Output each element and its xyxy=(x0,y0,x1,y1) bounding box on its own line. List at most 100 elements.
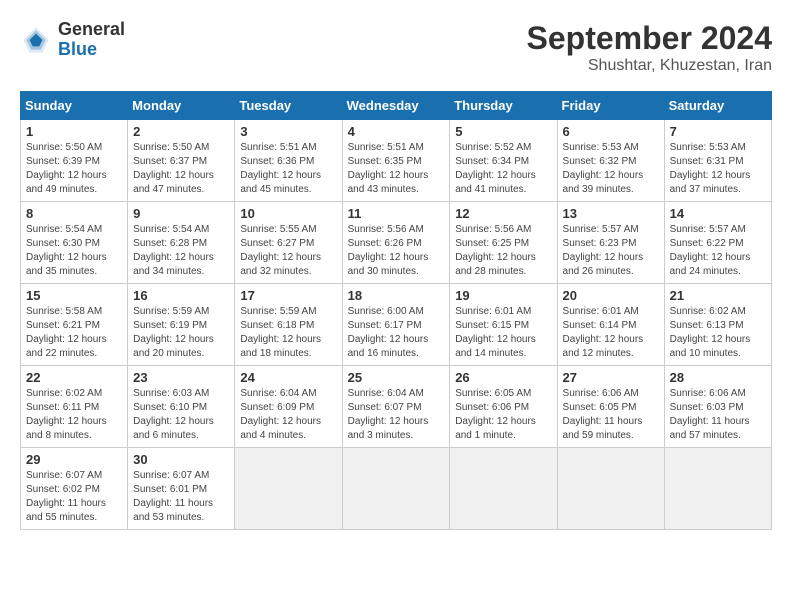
day-info: Sunrise: 5:56 AM Sunset: 6:25 PM Dayligh… xyxy=(455,223,551,279)
day-info: Sunrise: 6:06 AM Sunset: 6:03 PM Dayligh… xyxy=(670,387,766,443)
calendar-cell: 18 Sunrise: 6:00 AM Sunset: 6:17 PM Dayli… xyxy=(342,284,450,366)
day-number: 20 xyxy=(563,288,659,303)
calendar-cell xyxy=(235,448,342,530)
calendar-cell xyxy=(450,448,557,530)
calendar-cell: 21 Sunrise: 6:02 AM Sunset: 6:13 PM Dayli… xyxy=(664,284,771,366)
calendar-row: 29 Sunrise: 6:07 AM Sunset: 6:02 PM Dayli… xyxy=(21,448,772,530)
day-number: 21 xyxy=(670,288,766,303)
day-info: Sunrise: 5:57 AM Sunset: 6:23 PM Dayligh… xyxy=(563,223,659,279)
day-info: Sunrise: 6:06 AM Sunset: 6:05 PM Dayligh… xyxy=(563,387,659,443)
day-info: Sunrise: 6:03 AM Sunset: 6:10 PM Dayligh… xyxy=(133,387,229,443)
location: Shushtar, Khuzestan, Iran xyxy=(527,57,772,75)
calendar-cell: 2 Sunrise: 5:50 AM Sunset: 6:37 PM Daylig… xyxy=(128,120,235,202)
day-info: Sunrise: 5:58 AM Sunset: 6:21 PM Dayligh… xyxy=(26,305,122,361)
day-info: Sunrise: 6:01 AM Sunset: 6:15 PM Dayligh… xyxy=(455,305,551,361)
day-info: Sunrise: 6:04 AM Sunset: 6:09 PM Dayligh… xyxy=(240,387,336,443)
calendar-cell: 24 Sunrise: 6:04 AM Sunset: 6:09 PM Dayli… xyxy=(235,366,342,448)
calendar-cell: 20 Sunrise: 6:01 AM Sunset: 6:14 PM Dayli… xyxy=(557,284,664,366)
day-info: Sunrise: 5:52 AM Sunset: 6:34 PM Dayligh… xyxy=(455,141,551,197)
weekday-header: Saturday xyxy=(664,92,771,120)
day-number: 16 xyxy=(133,288,229,303)
day-info: Sunrise: 5:59 AM Sunset: 6:19 PM Dayligh… xyxy=(133,305,229,361)
day-info: Sunrise: 6:01 AM Sunset: 6:14 PM Dayligh… xyxy=(563,305,659,361)
day-info: Sunrise: 6:04 AM Sunset: 6:07 PM Dayligh… xyxy=(348,387,445,443)
day-number: 4 xyxy=(348,124,445,139)
day-number: 6 xyxy=(563,124,659,139)
logo-icon xyxy=(20,24,52,56)
logo: General Blue xyxy=(20,20,125,60)
calendar-cell xyxy=(557,448,664,530)
day-info: Sunrise: 5:56 AM Sunset: 6:26 PM Dayligh… xyxy=(348,223,445,279)
day-info: Sunrise: 6:02 AM Sunset: 6:11 PM Dayligh… xyxy=(26,387,122,443)
calendar-row: 8Sunrise: 5:54 AM Sunset: 6:30 PM Daylig… xyxy=(21,202,772,284)
calendar-cell: 25 Sunrise: 6:04 AM Sunset: 6:07 PM Dayli… xyxy=(342,366,450,448)
day-number: 19 xyxy=(455,288,551,303)
calendar-cell: 26 Sunrise: 6:05 AM Sunset: 6:06 PM Dayli… xyxy=(450,366,557,448)
calendar-cell: 6Sunrise: 5:53 AM Sunset: 6:32 PM Daylig… xyxy=(557,120,664,202)
calendar-cell xyxy=(664,448,771,530)
calendar-cell: 22 Sunrise: 6:02 AM Sunset: 6:11 PM Dayli… xyxy=(21,366,128,448)
day-number: 29 xyxy=(26,452,122,467)
calendar-cell: 7 Sunrise: 5:53 AM Sunset: 6:31 PM Daylig… xyxy=(664,120,771,202)
day-number: 2 xyxy=(133,124,229,139)
day-info: Sunrise: 5:54 AM Sunset: 6:28 PM Dayligh… xyxy=(133,223,229,279)
day-info: Sunrise: 5:51 AM Sunset: 6:35 PM Dayligh… xyxy=(348,141,445,197)
calendar-cell: 16 Sunrise: 5:59 AM Sunset: 6:19 PM Dayli… xyxy=(128,284,235,366)
calendar-row: 1Sunrise: 5:50 AM Sunset: 6:39 PM Daylig… xyxy=(21,120,772,202)
logo-general-text: General xyxy=(58,20,125,40)
calendar-cell: 23Sunrise: 6:03 AM Sunset: 6:10 PM Dayli… xyxy=(128,366,235,448)
calendar-cell: 19 Sunrise: 6:01 AM Sunset: 6:15 PM Dayli… xyxy=(450,284,557,366)
calendar-cell: 13 Sunrise: 5:57 AM Sunset: 6:23 PM Dayli… xyxy=(557,202,664,284)
day-info: Sunrise: 6:07 AM Sunset: 6:01 PM Dayligh… xyxy=(133,469,229,525)
day-info: Sunrise: 5:51 AM Sunset: 6:36 PM Dayligh… xyxy=(240,141,336,197)
day-number: 25 xyxy=(348,370,445,385)
weekday-header: Sunday xyxy=(21,92,128,120)
calendar-cell xyxy=(342,448,450,530)
day-number: 17 xyxy=(240,288,336,303)
calendar-row: 15 Sunrise: 5:58 AM Sunset: 6:21 PM Dayli… xyxy=(21,284,772,366)
day-info: Sunrise: 5:50 AM Sunset: 6:37 PM Dayligh… xyxy=(133,141,229,197)
day-info: Sunrise: 5:55 AM Sunset: 6:27 PM Dayligh… xyxy=(240,223,336,279)
page-header: General Blue September 2024 Shushtar, Kh… xyxy=(20,20,772,75)
day-info: Sunrise: 5:57 AM Sunset: 6:22 PM Dayligh… xyxy=(670,223,766,279)
day-number: 26 xyxy=(455,370,551,385)
title-area: September 2024 Shushtar, Khuzestan, Iran xyxy=(527,20,772,75)
day-info: Sunrise: 5:59 AM Sunset: 6:18 PM Dayligh… xyxy=(240,305,336,361)
day-info: Sunrise: 5:54 AM Sunset: 6:30 PM Dayligh… xyxy=(26,223,122,279)
logo-text: General Blue xyxy=(58,20,125,60)
calendar-cell: 17 Sunrise: 5:59 AM Sunset: 6:18 PM Dayli… xyxy=(235,284,342,366)
day-number: 18 xyxy=(348,288,445,303)
day-number: 13 xyxy=(563,206,659,221)
day-number: 24 xyxy=(240,370,336,385)
day-info: Sunrise: 5:53 AM Sunset: 6:31 PM Dayligh… xyxy=(670,141,766,197)
day-number: 7 xyxy=(670,124,766,139)
day-info: Sunrise: 6:05 AM Sunset: 6:06 PM Dayligh… xyxy=(455,387,551,443)
day-number: 3 xyxy=(240,124,336,139)
calendar-cell: 3 Sunrise: 5:51 AM Sunset: 6:36 PM Daylig… xyxy=(235,120,342,202)
calendar-cell: 14 Sunrise: 5:57 AM Sunset: 6:22 PM Dayli… xyxy=(664,202,771,284)
weekday-header: Tuesday xyxy=(235,92,342,120)
weekday-header: Wednesday xyxy=(342,92,450,120)
day-number: 14 xyxy=(670,206,766,221)
weekday-header: Thursday xyxy=(450,92,557,120)
day-info: Sunrise: 5:50 AM Sunset: 6:39 PM Dayligh… xyxy=(26,141,122,197)
day-number: 9 xyxy=(133,206,229,221)
weekday-header: Monday xyxy=(128,92,235,120)
day-number: 28 xyxy=(670,370,766,385)
day-number: 11 xyxy=(348,206,445,221)
day-info: Sunrise: 6:00 AM Sunset: 6:17 PM Dayligh… xyxy=(348,305,445,361)
calendar-table: SundayMondayTuesdayWednesdayThursdayFrid… xyxy=(20,91,772,530)
day-number: 15 xyxy=(26,288,122,303)
day-number: 22 xyxy=(26,370,122,385)
calendar-cell: 29 Sunrise: 6:07 AM Sunset: 6:02 PM Dayli… xyxy=(21,448,128,530)
calendar-row: 22 Sunrise: 6:02 AM Sunset: 6:11 PM Dayli… xyxy=(21,366,772,448)
day-number: 10 xyxy=(240,206,336,221)
calendar-cell: 9 Sunrise: 5:54 AM Sunset: 6:28 PM Daylig… xyxy=(128,202,235,284)
day-number: 30 xyxy=(133,452,229,467)
calendar-cell: 1Sunrise: 5:50 AM Sunset: 6:39 PM Daylig… xyxy=(21,120,128,202)
day-info: Sunrise: 6:07 AM Sunset: 6:02 PM Dayligh… xyxy=(26,469,122,525)
calendar-cell: 15 Sunrise: 5:58 AM Sunset: 6:21 PM Dayli… xyxy=(21,284,128,366)
calendar-cell: 28 Sunrise: 6:06 AM Sunset: 6:03 PM Dayli… xyxy=(664,366,771,448)
day-info: Sunrise: 6:02 AM Sunset: 6:13 PM Dayligh… xyxy=(670,305,766,361)
month-title: September 2024 xyxy=(527,20,772,57)
